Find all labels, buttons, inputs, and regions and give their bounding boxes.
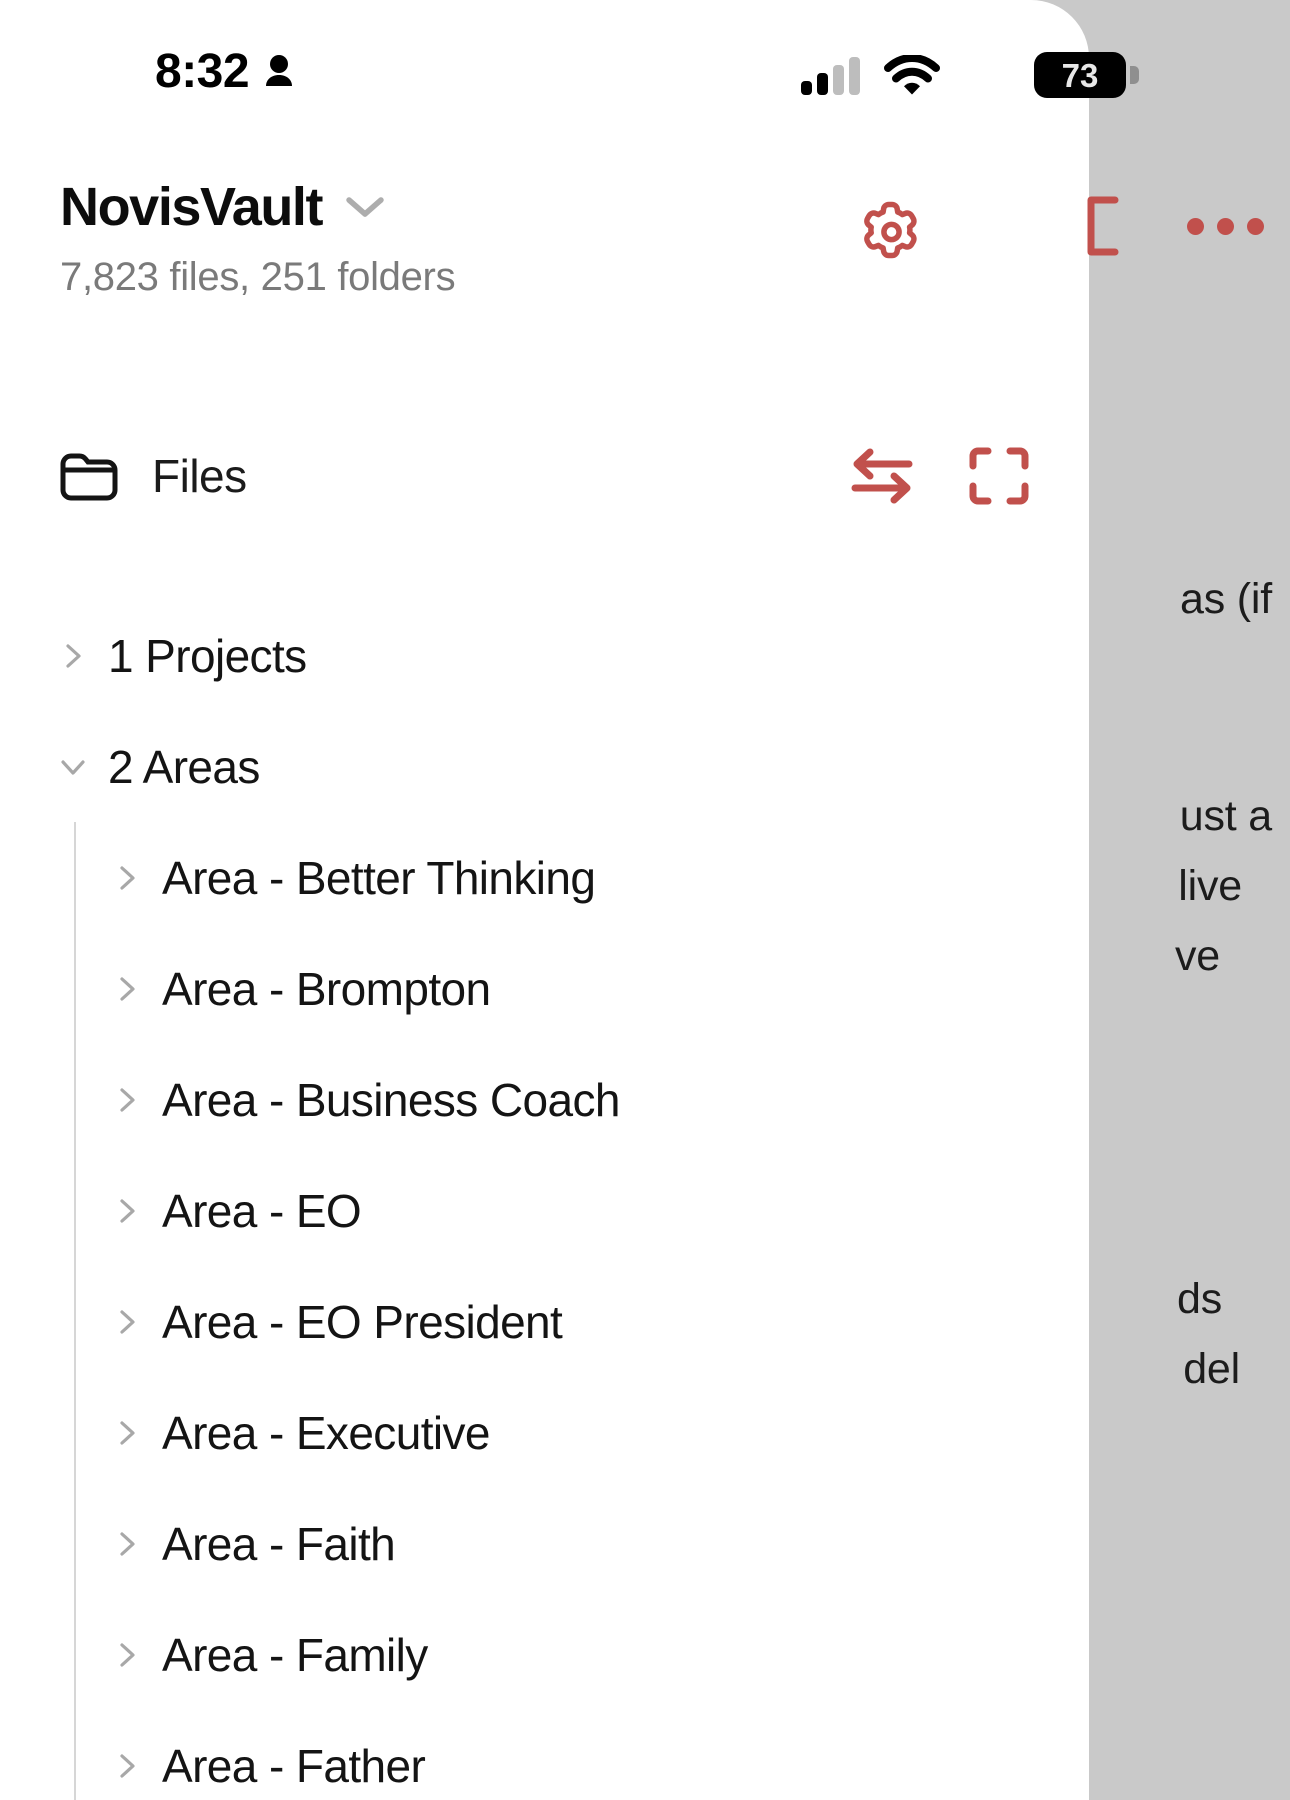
vault-summary-label: 7,823 files, 251 folders — [60, 255, 456, 299]
files-section-actions — [849, 445, 1031, 507]
chevron-right-icon[interactable] — [112, 1085, 142, 1115]
background-note-fragment: ust a — [1179, 792, 1272, 840]
status-bar: 8:32 — [0, 0, 1089, 130]
background-note-fragment: live — [1178, 862, 1242, 910]
backdrop-header-actions — [1085, 195, 1264, 257]
background-note-fragment: ds — [1176, 1275, 1222, 1323]
battery-tip — [1130, 66, 1139, 84]
tree-item-area[interactable]: Area - Faith — [0, 1488, 1089, 1599]
folder-icon — [58, 449, 120, 503]
chevron-right-icon[interactable] — [112, 1307, 142, 1337]
status-bar-left: 8:32 — [155, 48, 296, 96]
sort-swap-arrows-icon[interactable] — [849, 445, 915, 507]
folder-tree-top-level: 1 Projects 2 Areas — [0, 600, 1089, 822]
signal-bar — [849, 57, 860, 95]
tree-item-label: Area - Brompton — [162, 962, 491, 1015]
status-time: 8:32 — [155, 45, 250, 98]
chevron-right-icon[interactable] — [112, 1196, 142, 1226]
wifi-icon — [884, 55, 940, 97]
tree-item-label: 2 Areas — [108, 740, 260, 793]
areas-children-group: Area - Better Thinking Area - Brompton Are… — [0, 822, 1089, 1800]
tree-item-area[interactable]: Area - Better Thinking — [0, 822, 1089, 933]
tree-item-label: Area - Business Coach — [162, 1073, 620, 1126]
vault-switcher[interactable]: NovisVault — [60, 180, 1089, 234]
tree-item-label: 1 Projects — [108, 629, 307, 682]
chevron-right-icon[interactable] — [112, 1418, 142, 1448]
chevron-right-icon[interactable] — [112, 1640, 142, 1670]
tree-item-area[interactable]: Area - Business Coach — [0, 1044, 1089, 1155]
tree-item-top[interactable]: 2 Areas — [0, 711, 1089, 822]
cellular-signal-icon — [801, 57, 860, 95]
areas-child-list: Area - Better Thinking Area - Brompton Are… — [0, 822, 1089, 1800]
tree-item-area[interactable]: Area - Brompton — [0, 933, 1089, 1044]
status-bar-right — [801, 55, 1064, 97]
tree-item-label: Area - Father — [162, 1739, 426, 1792]
tree-item-label: Area - Faith — [162, 1517, 396, 1570]
chevron-right-icon[interactable] — [58, 641, 88, 671]
tree-item-label: Area - EO — [162, 1184, 362, 1237]
signal-bar — [801, 81, 812, 95]
tree-item-label: Area - Better Thinking — [162, 851, 596, 904]
files-section-label: Files — [152, 450, 247, 502]
chevron-down-icon[interactable] — [344, 194, 386, 220]
tree-guide-line — [74, 822, 76, 1800]
chevron-right-icon[interactable] — [112, 863, 142, 893]
chevron-right-icon[interactable] — [112, 974, 142, 1004]
expand-brackets-icon[interactable] — [967, 445, 1031, 507]
vault-name-label: NovisVault — [60, 177, 323, 237]
files-section-left[interactable]: Files — [58, 449, 247, 503]
tree-item-area[interactable]: Area - EO — [0, 1155, 1089, 1266]
gear-icon[interactable] — [855, 195, 929, 269]
signal-bar — [833, 65, 844, 95]
folder-tree: 1 Projects 2 Areas Area - Better Thinking… — [0, 600, 1089, 1800]
more-dot — [1217, 217, 1234, 235]
vault-header: NovisVault — [60, 180, 1089, 250]
background-note-fragment: del — [1183, 1345, 1240, 1393]
battery-level-label: 73 — [1061, 56, 1099, 94]
more-horizontal-icon[interactable] — [1187, 217, 1264, 235]
chevron-right-icon[interactable] — [112, 1751, 142, 1781]
background-note-fragment: as (if — [1180, 575, 1272, 623]
background-note-fragment: ve — [1174, 932, 1220, 980]
files-section-header: Files — [58, 440, 1031, 512]
more-dot — [1247, 217, 1264, 235]
tree-item-label: Area - EO President — [162, 1295, 563, 1348]
chevron-down-icon[interactable] — [58, 752, 88, 782]
bracket-icon[interactable] — [1085, 195, 1139, 257]
chevron-right-icon[interactable] — [112, 1529, 142, 1559]
more-dot — [1187, 217, 1204, 235]
signal-bar — [817, 73, 828, 95]
tree-item-area[interactable]: Area - Father — [0, 1710, 1089, 1800]
tree-item-area[interactable]: Area - Family — [0, 1599, 1089, 1710]
battery-icon: 73 — [1034, 52, 1126, 98]
person-icon — [262, 53, 296, 91]
tree-item-label: Area - Family — [162, 1628, 428, 1681]
tree-item-area[interactable]: Area - EO President — [0, 1266, 1089, 1377]
file-explorer-drawer: 8:32 NovisVault 7,823 files, 251 folders… — [0, 0, 1089, 1800]
tree-item-top[interactable]: 1 Projects — [0, 600, 1089, 711]
tree-item-label: Area - Executive — [162, 1406, 490, 1459]
header-actions — [855, 195, 929, 269]
tree-item-area[interactable]: Area - Executive — [0, 1377, 1089, 1488]
